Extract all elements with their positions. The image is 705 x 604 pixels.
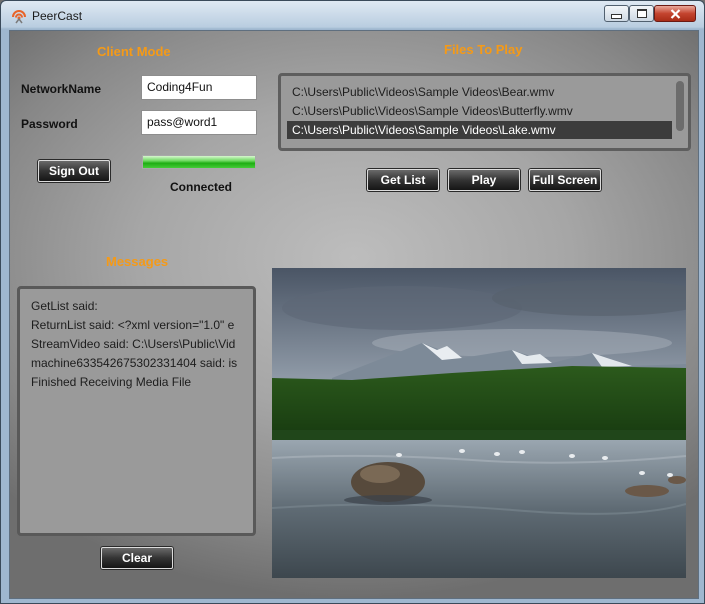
title-bar[interactable]: PeerCast (1, 1, 704, 29)
message-line: machine633542675302331404 said: is (31, 356, 238, 370)
play-button[interactable]: Play (448, 169, 520, 191)
client-mode-heading: Client Mode (97, 44, 171, 59)
list-item[interactable]: C:\Users\Public\Videos\Sample Videos\But… (287, 102, 672, 120)
maximize-button[interactable] (629, 5, 654, 22)
minimize-icon (611, 14, 622, 19)
password-label: Password (21, 117, 78, 131)
sign-out-button[interactable]: Sign Out (38, 160, 110, 182)
files-to-play-heading: Files To Play (444, 42, 523, 57)
list-item-selected[interactable]: C:\Users\Public\Videos\Sample Videos\Lak… (287, 121, 672, 139)
message-line: GetList said: (31, 299, 98, 313)
connection-progress-bar (142, 155, 256, 169)
get-list-button[interactable]: Get List (367, 169, 439, 191)
video-frame (272, 268, 686, 578)
video-player[interactable] (272, 268, 686, 578)
clear-button[interactable]: Clear (101, 547, 173, 569)
window-title: PeerCast (32, 9, 83, 23)
network-name-field[interactable]: Coding4Fun (141, 75, 257, 100)
peercast-broadcast-icon (11, 8, 27, 24)
maximize-icon (636, 9, 647, 18)
messages-log[interactable]: GetList said: ReturnList said: <?xml ver… (17, 286, 256, 536)
password-field[interactable]: pass@word1 (141, 110, 257, 135)
close-icon (670, 8, 680, 19)
network-name-label: NetworkName (21, 82, 102, 96)
full-screen-button[interactable]: Full Screen (529, 169, 601, 191)
message-line: ReturnList said: <?xml version="1.0" e (31, 318, 235, 332)
main-content: Client Mode NetworkName Coding4Fun Passw… (9, 30, 699, 599)
list-item[interactable]: C:\Users\Public\Videos\Sample Videos\Bea… (287, 83, 672, 101)
close-button[interactable] (654, 5, 696, 22)
messages-heading: Messages (106, 254, 169, 269)
message-line: StreamVideo said: C:\Users\Public\Vid (31, 337, 236, 351)
message-line: Finished Receiving Media File (31, 375, 192, 389)
connection-status: Connected (170, 180, 233, 194)
app-window: PeerCast Client Mode NetworkName Coding4… (0, 0, 705, 604)
minimize-button[interactable] (604, 5, 629, 22)
files-scrollbar[interactable] (676, 81, 684, 131)
files-list[interactable]: C:\Users\Public\Videos\Sample Videos\Bea… (278, 73, 691, 151)
